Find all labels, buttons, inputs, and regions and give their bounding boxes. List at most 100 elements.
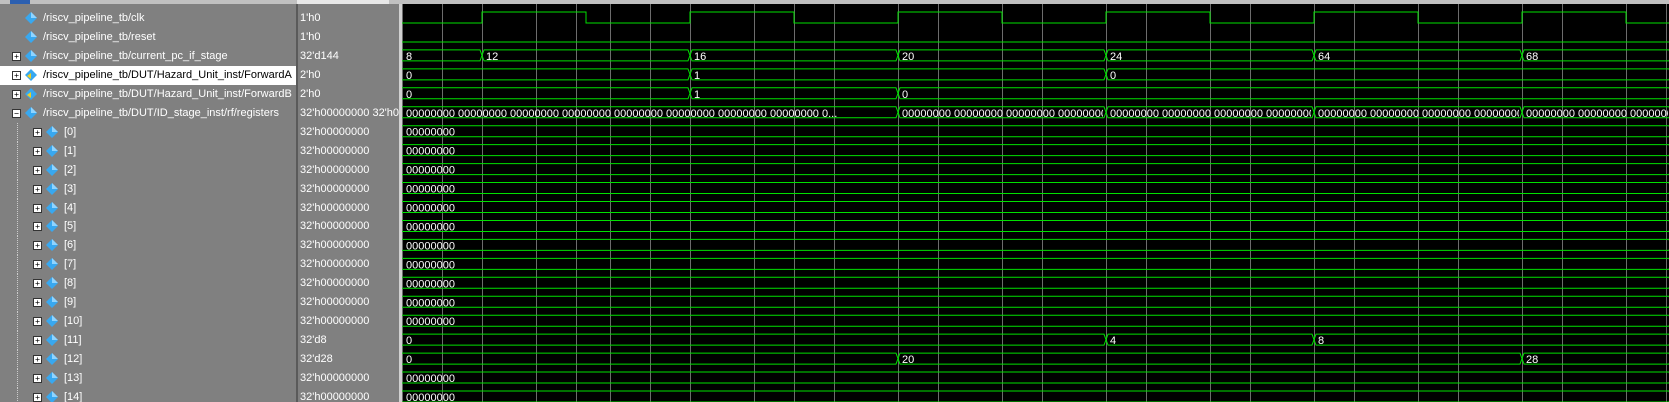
bus-value-label: 0 [406,70,412,82]
signal-name: [12] [64,353,83,366]
bus-value-label: 00000000 [406,146,455,158]
signal-row[interactable]: + /riscv_pipeline_tb/DUT/Hazard_Unit_inst… [0,85,296,104]
signal-row[interactable]: + [9] [0,293,296,313]
signal-row[interactable]: + [1] [0,141,296,161]
signal-row[interactable]: − /riscv_pipeline_tb/DUT/ID_stage_inst/rf… [0,104,296,123]
signal-value: 32'h00000000 [300,296,370,309]
signal-value: 32'h00000000 [300,201,370,214]
bus-segment [402,182,1669,195]
bus-value-label: 8 [406,51,412,63]
signal-row[interactable]: + [14] [0,388,296,402]
expand-toggle-icon[interactable]: + [33,222,42,232]
expand-toggle-icon[interactable]: + [33,127,42,137]
signal-row[interactable]: + [4] [0,198,296,218]
bus-value-label: 8 [1318,335,1324,347]
expand-toggle-icon[interactable]: + [33,393,42,402]
expand-toggle-icon[interactable]: + [33,298,42,308]
value-row: 32'd144 [298,47,399,66]
bus-value-label: 0 [902,89,908,101]
expand-toggle-icon[interactable]: + [33,374,42,384]
bus-segment [402,295,1669,308]
bus-segment [402,276,1669,289]
clock-wave [402,11,1669,24]
expand-toggle-icon[interactable]: + [33,184,42,194]
signal-row[interactable]: + /riscv_pipeline_tb/DUT/Hazard_Unit_inst… [0,65,296,85]
signal-row[interactable]: + [2] [0,160,296,180]
signal-value: 32'h00000000 [300,239,370,252]
value-row: 32'h00000000 [298,293,399,312]
signal-row[interactable]: + [10] [0,312,296,332]
bus-value-label: 00000000 00000000 00000000 00000000 000.… [1526,108,1669,120]
value-row: 32'h00000000 [298,369,399,388]
expand-toggle-icon[interactable]: + [33,146,42,156]
signal-row[interactable]: /riscv_pipeline_tb/reset [0,28,296,47]
expand-toggle-icon[interactable]: + [33,165,42,175]
signal-row[interactable]: + [8] [0,274,296,294]
signal-names-pane: /riscv_pipeline_tb/clk/riscv_pipeline_tb… [0,4,296,402]
signal-row[interactable]: + [3] [0,179,296,199]
waveform-canvas[interactable]: 8 12 16 20 24 64 680 1 00 1 000000000 00000000 000… [402,4,1669,402]
tree-line [17,217,18,237]
waveform-pane[interactable]: 8 12 16 20 24 64 68 0 1 0 0 1 0 00000000 00000000 000… [402,4,1669,402]
bus-value-label: 00000000 [406,165,455,177]
tree-line [17,255,18,275]
expand-toggle-icon[interactable]: + [12,89,21,99]
bus-segment [1521,352,1669,365]
bus-value-label: 0 [406,354,412,366]
bus-value-label: 16 [694,51,706,63]
bus-segment [1105,68,1669,81]
signal-row[interactable]: + [11] [0,331,296,351]
signal-row[interactable]: /riscv_pipeline_tb/clk [0,9,296,28]
expand-toggle-icon[interactable]: + [33,317,42,327]
value-row: 32'h00000000 [298,161,399,180]
tree-line [17,179,18,199]
bus-segment [402,371,1669,384]
signal-row[interactable]: + /riscv_pipeline_tb/current_pc_if_stage [0,47,296,66]
expand-toggle-icon[interactable]: + [33,260,42,270]
signal-diamond-icon [46,334,59,347]
output-port-icon [25,68,38,82]
signal-name: [2] [64,163,77,176]
wave-window: /riscv_pipeline_tb/clk/riscv_pipeline_tb… [0,0,1669,402]
expand-toggle-icon[interactable]: + [12,70,21,80]
bus-segment [402,390,1669,402]
expand-toggle-icon[interactable]: + [33,279,42,289]
bus-value-label: 24 [1110,51,1122,63]
expand-toggle-icon[interactable]: + [33,241,42,251]
signal-name: /riscv_pipeline_tb/DUT/Hazard_Unit_inst/… [43,68,292,81]
value-row: 1'h0 [298,28,399,47]
expand-toggle-icon[interactable]: + [33,203,42,213]
signal-diamond-icon [25,30,38,44]
signal-row[interactable]: + [6] [0,236,296,256]
signal-diamond-icon [25,49,38,63]
value-row: 32'h00000000 [298,388,399,402]
expand-toggle-icon[interactable]: + [33,336,42,346]
signal-row[interactable]: + [12] [0,350,296,370]
signal-row[interactable]: + [5] [0,217,296,237]
signal-name: /riscv_pipeline_tb/current_pc_if_stage [43,49,228,62]
signal-diamond-icon [25,106,38,120]
bus-value-label: 00000000 [406,203,455,215]
bus-value-label: 20 [902,51,914,63]
tree-line [17,350,18,370]
bus-value-label: 00000000 [406,392,455,402]
signal-row[interactable]: + [7] [0,255,296,275]
signal-row[interactable]: + [0] [0,122,296,142]
value-row: 32'h00000000 [298,312,399,331]
signal-diamond-icon [46,353,59,366]
signal-value: 32'h00000000 [300,372,370,385]
tree-line [17,388,18,402]
value-row: 32'h00000000 [298,199,399,218]
bus-value-label: 00000000 00000000 00000000 00000000 000.… [902,108,1138,120]
collapse-toggle-icon[interactable]: − [12,108,21,118]
signal-value: 32'h00000000 [300,163,370,176]
value-row: 2'h0 [298,85,399,104]
signal-row[interactable]: + [13] [0,369,296,389]
bus-value-label: 12 [486,51,498,63]
signal-name: /riscv_pipeline_tb/reset [43,30,156,43]
expand-toggle-icon[interactable]: + [33,355,42,365]
signal-name: [5] [64,220,77,233]
expand-toggle-icon[interactable]: + [12,51,21,61]
signal-name: [14] [64,391,83,402]
signal-name: /riscv_pipeline_tb/DUT/ID_stage_inst/rf/… [43,106,279,119]
